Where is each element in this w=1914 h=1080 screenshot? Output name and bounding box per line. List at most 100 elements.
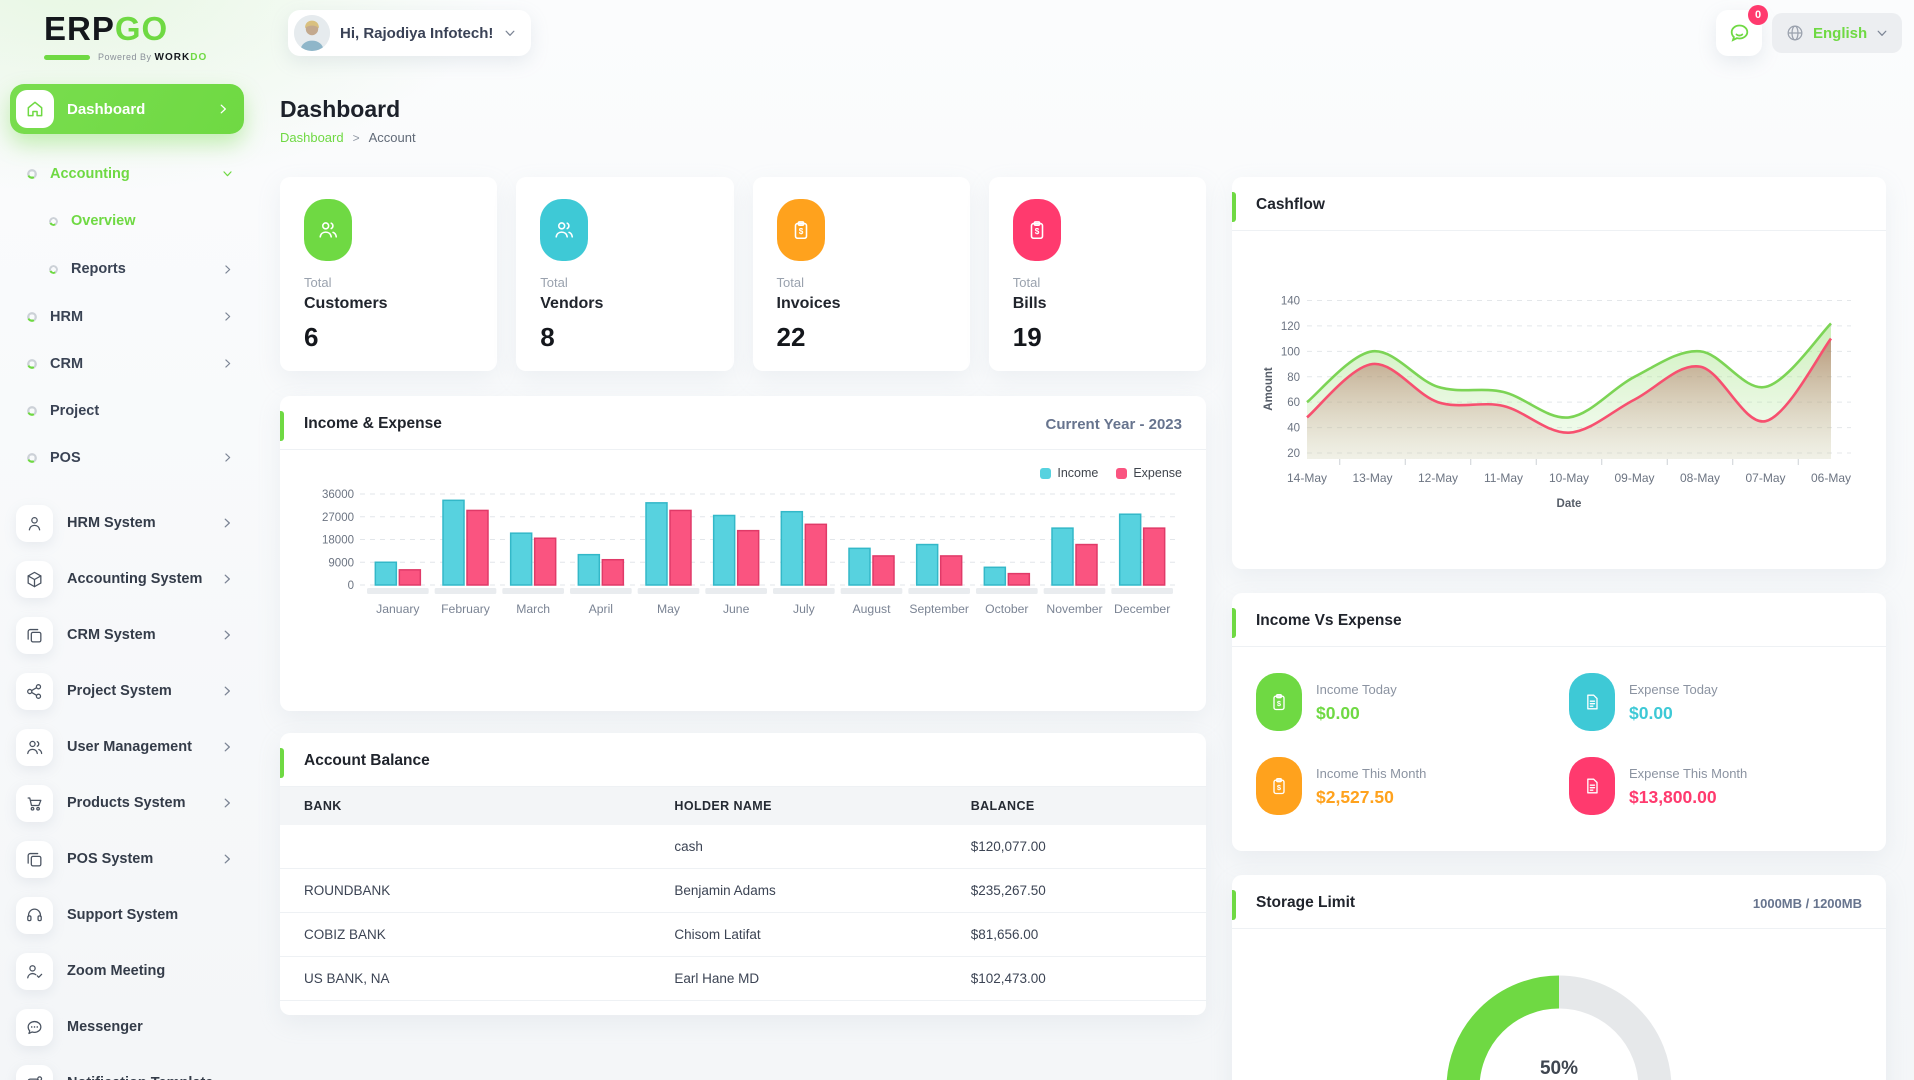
sidebar-item-label: Messenger	[67, 1019, 143, 1035]
sidebar-item-pos[interactable]: POS	[10, 434, 244, 481]
sidebar-item-label: Project	[50, 402, 100, 419]
sidebar-item-hrm-system[interactable]: HRM System	[10, 495, 244, 551]
sidebar-item-products-system[interactable]: Products System	[10, 775, 244, 831]
erpgo-logo[interactable]: ERPGO Powered By WORKDO	[44, 12, 254, 63]
svg-text:Date: Date	[1557, 498, 1582, 510]
bullet-icon	[49, 264, 58, 274]
svg-text:14-May: 14-May	[1287, 471, 1327, 485]
user-check-icon	[16, 952, 53, 990]
language-label: English	[1813, 24, 1868, 42]
sidebar-item-label: Zoom Meeting	[67, 963, 166, 979]
svg-text:0: 0	[348, 580, 354, 592]
chevron-right-icon	[220, 572, 234, 586]
chevron-right-icon	[216, 102, 230, 116]
chevron-down-icon	[503, 26, 517, 40]
sidebar-item-overview[interactable]: Overview	[10, 197, 244, 245]
chevron-right-icon	[220, 740, 234, 754]
user-avatar	[294, 15, 330, 51]
main-content: Dashboard Dashboard > Account Total Cust…	[280, 96, 1886, 1080]
sidebar-item-notification-template[interactable]: Notification Template	[10, 1055, 244, 1080]
customers-users-icon	[304, 199, 352, 261]
sidebar-item-label: CRM	[50, 355, 84, 372]
svg-text:Amount: Amount	[1263, 367, 1275, 411]
language-selector[interactable]: English	[1772, 13, 1903, 53]
sidebar-item-crm-system[interactable]: CRM System	[10, 607, 244, 663]
income-expense-card: Income & Expense Current Year - 2023 Inc…	[280, 396, 1206, 711]
legend-item-income[interactable]: Income	[1040, 464, 1098, 482]
svg-text:July: July	[793, 602, 816, 616]
sidebar-item-support-system[interactable]: Support System	[10, 887, 244, 943]
legend-label: Expense	[1133, 466, 1182, 480]
cell-balance: $102,473.00	[946, 956, 1206, 1001]
sidebar-item-label: Dashboard	[67, 100, 146, 118]
metric-value: $2,527.50	[1316, 786, 1394, 807]
sidebar-item-user-management[interactable]: User Management	[10, 719, 244, 775]
sidebar-item-hrm[interactable]: HRM	[10, 293, 244, 340]
breadcrumb-dashboard-link[interactable]: Dashboard	[280, 130, 344, 145]
svg-text:February: February	[441, 602, 491, 616]
chevron-right-icon	[220, 516, 234, 530]
file-invoice-icon	[1569, 757, 1615, 815]
chevron-right-icon	[221, 357, 234, 370]
stat-card-vendors: Total Vendors 8	[516, 177, 734, 371]
column-holder-name: HOLDER NAME	[650, 787, 947, 825]
svg-text:18000: 18000	[322, 535, 354, 547]
sidebar-menu: Accounting Overview Reports HRM CRM Proj…	[10, 150, 244, 481]
sidebar-item-label: Accounting	[50, 165, 130, 182]
chevron-right-icon	[221, 263, 234, 276]
sidebar-item-dashboard[interactable]: Dashboard	[10, 84, 244, 134]
svg-text:January: January	[376, 602, 420, 616]
message-icon	[1727, 21, 1751, 45]
sidebar-item-label: Notification Template	[67, 1075, 234, 1080]
erpgo-dashboard: $ ERPGO Powered By WORKDO Hi, Rajodiya I…	[0, 0, 1914, 1080]
chart-legend: Income Expense	[304, 464, 1182, 482]
stat-card-invoices: Total Invoices 22	[752, 177, 970, 371]
sidebar-item-zoom-meeting[interactable]: Zoom Meeting	[10, 943, 244, 999]
sidebar-item-pos-system[interactable]: POS System	[10, 831, 244, 887]
sidebar-item-accounting[interactable]: Accounting	[10, 150, 244, 197]
sidebar-item-crm[interactable]: CRM	[10, 340, 244, 387]
svg-text:August: August	[853, 602, 892, 616]
sidebar-item-accounting-system[interactable]: Accounting System	[10, 551, 244, 607]
stat-name: Customers	[304, 295, 388, 312]
cell-bank: ROUNDBANK	[280, 868, 651, 913]
legend-item-expense[interactable]: Expense	[1116, 464, 1182, 482]
users-icon	[16, 728, 53, 766]
stat-name: Bills	[1012, 295, 1047, 312]
card-subtitle: Current Year - 2023	[1045, 415, 1182, 433]
chevron-down-icon	[1875, 26, 1889, 40]
home-icon	[16, 90, 54, 128]
messages-badge: 0	[1748, 5, 1768, 25]
cell-balance: $81,656.00	[946, 912, 1206, 957]
sidebar-item-label: Overview	[71, 213, 136, 229]
table-row: ROUNDBANK Benjamin Adams $235,267.50	[280, 868, 1206, 913]
share-nodes-icon	[16, 672, 53, 710]
sidebar-item-messenger[interactable]: Messenger	[10, 999, 244, 1055]
sidebar-item-project[interactable]: Project	[10, 387, 244, 434]
card-title: Storage Limit	[1256, 894, 1356, 911]
table-row: US BANK, NA Earl Hane MD $102,473.00	[280, 956, 1206, 1001]
cell-holder: Earl Hane MD	[650, 956, 947, 1001]
stat-card-bills: Total Bills 19	[988, 177, 1206, 371]
bullet-icon	[27, 311, 37, 322]
chat-icon	[16, 1008, 53, 1046]
sidebar-item-project-system[interactable]: Project System	[10, 663, 244, 719]
legend-swatch	[1040, 467, 1052, 479]
svg-text:140: 140	[1281, 296, 1300, 308]
windows-icon	[16, 840, 53, 878]
cell-balance: $235,267.50	[946, 868, 1206, 913]
storage-usage: 1000MB / 1200MB	[1752, 895, 1862, 911]
page-title: Dashboard	[280, 96, 401, 122]
svg-text:May: May	[657, 602, 681, 616]
table-row: COBIZ BANK Chisom Latifat $81,656.00	[280, 912, 1206, 957]
stat-top-label: Total	[776, 275, 804, 290]
metric-label: Income Today	[1316, 681, 1397, 697]
sidebar-item-label: HRM System	[67, 515, 156, 531]
cell-bank	[280, 825, 651, 869]
messages-button[interactable]: 0	[1716, 5, 1768, 56]
sidebar-item-label: User Management	[67, 739, 192, 755]
user-menu[interactable]: Hi, Rajodiya Infotech!	[288, 10, 532, 56]
chevron-right-icon	[220, 852, 234, 866]
sidebar-item-label: Reports	[71, 261, 126, 277]
sidebar-item-reports[interactable]: Reports	[10, 245, 244, 293]
